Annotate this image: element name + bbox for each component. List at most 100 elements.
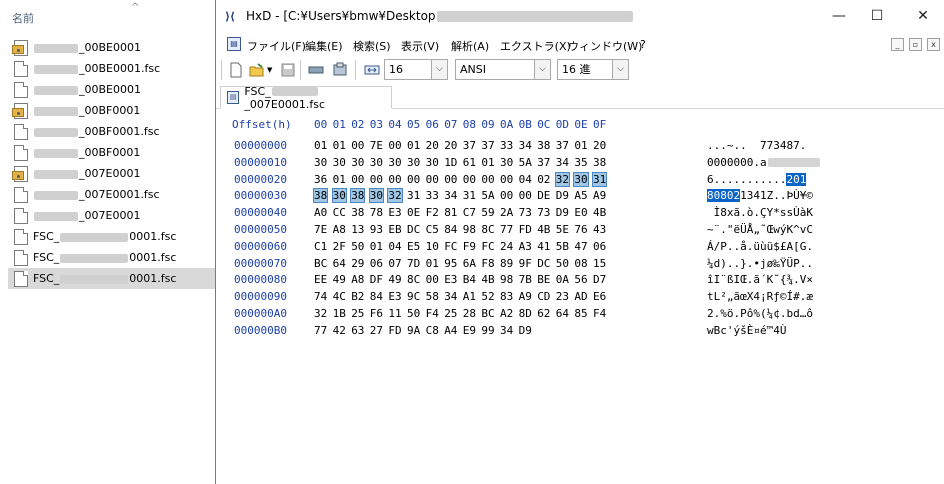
menu-file[interactable]: ファイル(F) bbox=[247, 38, 306, 54]
hex-byte[interactable]: 56 bbox=[574, 273, 587, 286]
hex-byte[interactable]: D9 bbox=[519, 324, 532, 337]
hex-byte[interactable]: 11 bbox=[388, 307, 401, 320]
hex-byte[interactable]: 42 bbox=[333, 324, 346, 337]
hex-byte[interactable]: 98 bbox=[500, 273, 513, 286]
hex-byte[interactable]: 8D bbox=[519, 307, 532, 320]
hex-byte[interactable]: E6 bbox=[593, 290, 606, 303]
hex-byte[interactable]: 00 bbox=[481, 173, 494, 186]
hex-byte[interactable]: 64 bbox=[556, 307, 569, 320]
hex-byte[interactable]: CC bbox=[333, 206, 346, 219]
file-list-item[interactable]: _00BE0001.fsc bbox=[8, 58, 215, 79]
hex-byte[interactable]: 99 bbox=[481, 324, 494, 337]
hex-byte[interactable]: 06 bbox=[593, 240, 606, 253]
hex-byte[interactable]: DC bbox=[407, 223, 420, 236]
file-list-item[interactable]: _00BE0001 bbox=[8, 79, 215, 100]
hex-byte[interactable]: 4B bbox=[481, 273, 494, 286]
hex-byte[interactable]: 02 bbox=[537, 173, 550, 186]
hex-byte[interactable]: 06 bbox=[370, 257, 383, 270]
hex-byte[interactable]: C7 bbox=[463, 206, 476, 219]
hex-byte[interactable]: 20 bbox=[593, 139, 606, 152]
menu-analysis[interactable]: 解析(A) bbox=[451, 38, 489, 54]
hex-byte[interactable]: 24 bbox=[500, 240, 513, 253]
hex-byte[interactable]: A4 bbox=[444, 324, 457, 337]
hex-byte[interactable]: BC bbox=[481, 307, 494, 320]
hex-byte[interactable]: A5 bbox=[574, 189, 587, 202]
hex-byte[interactable]: 50 bbox=[407, 307, 420, 320]
hex-byte[interactable]: 30 bbox=[573, 171, 589, 187]
hex-byte[interactable]: 98 bbox=[463, 223, 476, 236]
hex-byte[interactable]: 5A bbox=[481, 189, 494, 202]
hex-byte[interactable]: 00 bbox=[444, 173, 457, 186]
hex-byte[interactable]: 01 bbox=[481, 156, 494, 169]
hex-byte[interactable]: 93 bbox=[370, 223, 383, 236]
hex-byte[interactable]: A1 bbox=[463, 290, 476, 303]
hex-byte[interactable]: 00 bbox=[388, 139, 401, 152]
hex-byte[interactable]: 43 bbox=[593, 223, 606, 236]
hex-byte[interactable]: 8C bbox=[407, 273, 420, 286]
hex-byte[interactable]: 4C bbox=[333, 290, 346, 303]
hex-byte[interactable]: 25 bbox=[351, 307, 364, 320]
file-list-item[interactable]: FSC_ 0001.fsc bbox=[8, 247, 215, 268]
hex-byte[interactable]: F4 bbox=[593, 307, 606, 320]
hex-byte[interactable]: 7B bbox=[519, 273, 532, 286]
hex-byte[interactable]: 30 bbox=[351, 156, 364, 169]
hex-byte[interactable]: 34 bbox=[444, 189, 457, 202]
file-list-item[interactable]: _00BF0001.fsc bbox=[8, 121, 215, 142]
menu-search[interactable]: 検索(S) bbox=[353, 38, 391, 54]
hex-byte[interactable]: 73 bbox=[519, 206, 532, 219]
hex-byte[interactable]: EE bbox=[314, 273, 327, 286]
hex-editor-view[interactable]: Offset(h) 00 01 02 03 04 05 06 07 08 09 0A 0B 0C 0D 0E 0… bbox=[216, 110, 944, 484]
hex-byte[interactable]: 7E bbox=[370, 139, 383, 152]
hex-byte[interactable]: E3 bbox=[444, 273, 457, 286]
file-list-item[interactable]: _00BE0001 bbox=[8, 37, 215, 58]
hex-byte[interactable]: 0A bbox=[556, 273, 569, 286]
mdi-restore-icon[interactable]: ▫ bbox=[909, 38, 922, 51]
hex-byte[interactable]: CD bbox=[537, 290, 550, 303]
hex-byte[interactable]: 38 bbox=[351, 206, 364, 219]
file-list-item[interactable]: _00BF0001 bbox=[8, 100, 215, 121]
hex-byte[interactable]: 58 bbox=[426, 290, 439, 303]
hex-byte[interactable]: A9 bbox=[593, 189, 606, 202]
hex-byte[interactable]: D9 bbox=[556, 206, 569, 219]
hex-byte[interactable]: 01 bbox=[333, 139, 346, 152]
hex-byte[interactable]: 59 bbox=[481, 206, 494, 219]
hex-byte[interactable]: 27 bbox=[370, 324, 383, 337]
hex-byte[interactable]: 4B bbox=[537, 223, 550, 236]
hex-byte[interactable]: 95 bbox=[444, 257, 457, 270]
hex-byte[interactable]: 37 bbox=[481, 139, 494, 152]
hex-byte[interactable]: 08 bbox=[574, 257, 587, 270]
hex-byte[interactable]: 33 bbox=[426, 189, 439, 202]
hex-byte[interactable]: A2 bbox=[500, 307, 513, 320]
hex-byte[interactable]: 41 bbox=[537, 240, 550, 253]
hex-byte[interactable]: F4 bbox=[426, 307, 439, 320]
hex-byte[interactable]: B2 bbox=[351, 290, 364, 303]
hex-byte[interactable]: 50 bbox=[351, 240, 364, 253]
hex-byte[interactable]: 34 bbox=[444, 290, 457, 303]
hex-byte[interactable]: 04 bbox=[388, 240, 401, 253]
hex-byte[interactable]: 34 bbox=[556, 156, 569, 169]
hex-byte[interactable]: A8 bbox=[351, 273, 364, 286]
hex-byte[interactable]: FD bbox=[388, 324, 401, 337]
hex-byte[interactable]: 00 bbox=[500, 189, 513, 202]
hex-byte[interactable]: F9 bbox=[463, 240, 476, 253]
hex-byte[interactable]: 9A bbox=[407, 324, 420, 337]
hex-byte[interactable]: E5 bbox=[407, 240, 420, 253]
hex-byte[interactable]: 2A bbox=[500, 206, 513, 219]
hex-byte[interactable]: DF bbox=[370, 273, 383, 286]
hex-byte[interactable]: 30 bbox=[331, 188, 347, 204]
tab-current-file[interactable]: ▤ FSC__007E0001.fsc bbox=[220, 85, 392, 111]
name-column-header[interactable]: 名前 bbox=[12, 10, 34, 26]
hex-byte[interactable]: AD bbox=[574, 290, 587, 303]
hex-byte[interactable]: 89 bbox=[500, 257, 513, 270]
hex-byte[interactable]: 04 bbox=[519, 173, 532, 186]
hex-byte[interactable]: 23 bbox=[556, 290, 569, 303]
maximize-icon[interactable]: ☐ bbox=[867, 6, 887, 26]
hex-byte[interactable]: FD bbox=[519, 223, 532, 236]
hex-byte[interactable]: 2F bbox=[333, 240, 346, 253]
hex-byte[interactable]: 00 bbox=[388, 173, 401, 186]
open-folder-icon[interactable] bbox=[249, 62, 265, 78]
hex-byte[interactable]: 00 bbox=[351, 139, 364, 152]
ascii-column[interactable]: ~¨."ëÜÅ„˜ŒwýK^vC bbox=[707, 223, 813, 236]
file-list-item[interactable]: _007E0001.fsc bbox=[8, 184, 215, 205]
hex-byte[interactable]: 77 bbox=[314, 324, 327, 337]
